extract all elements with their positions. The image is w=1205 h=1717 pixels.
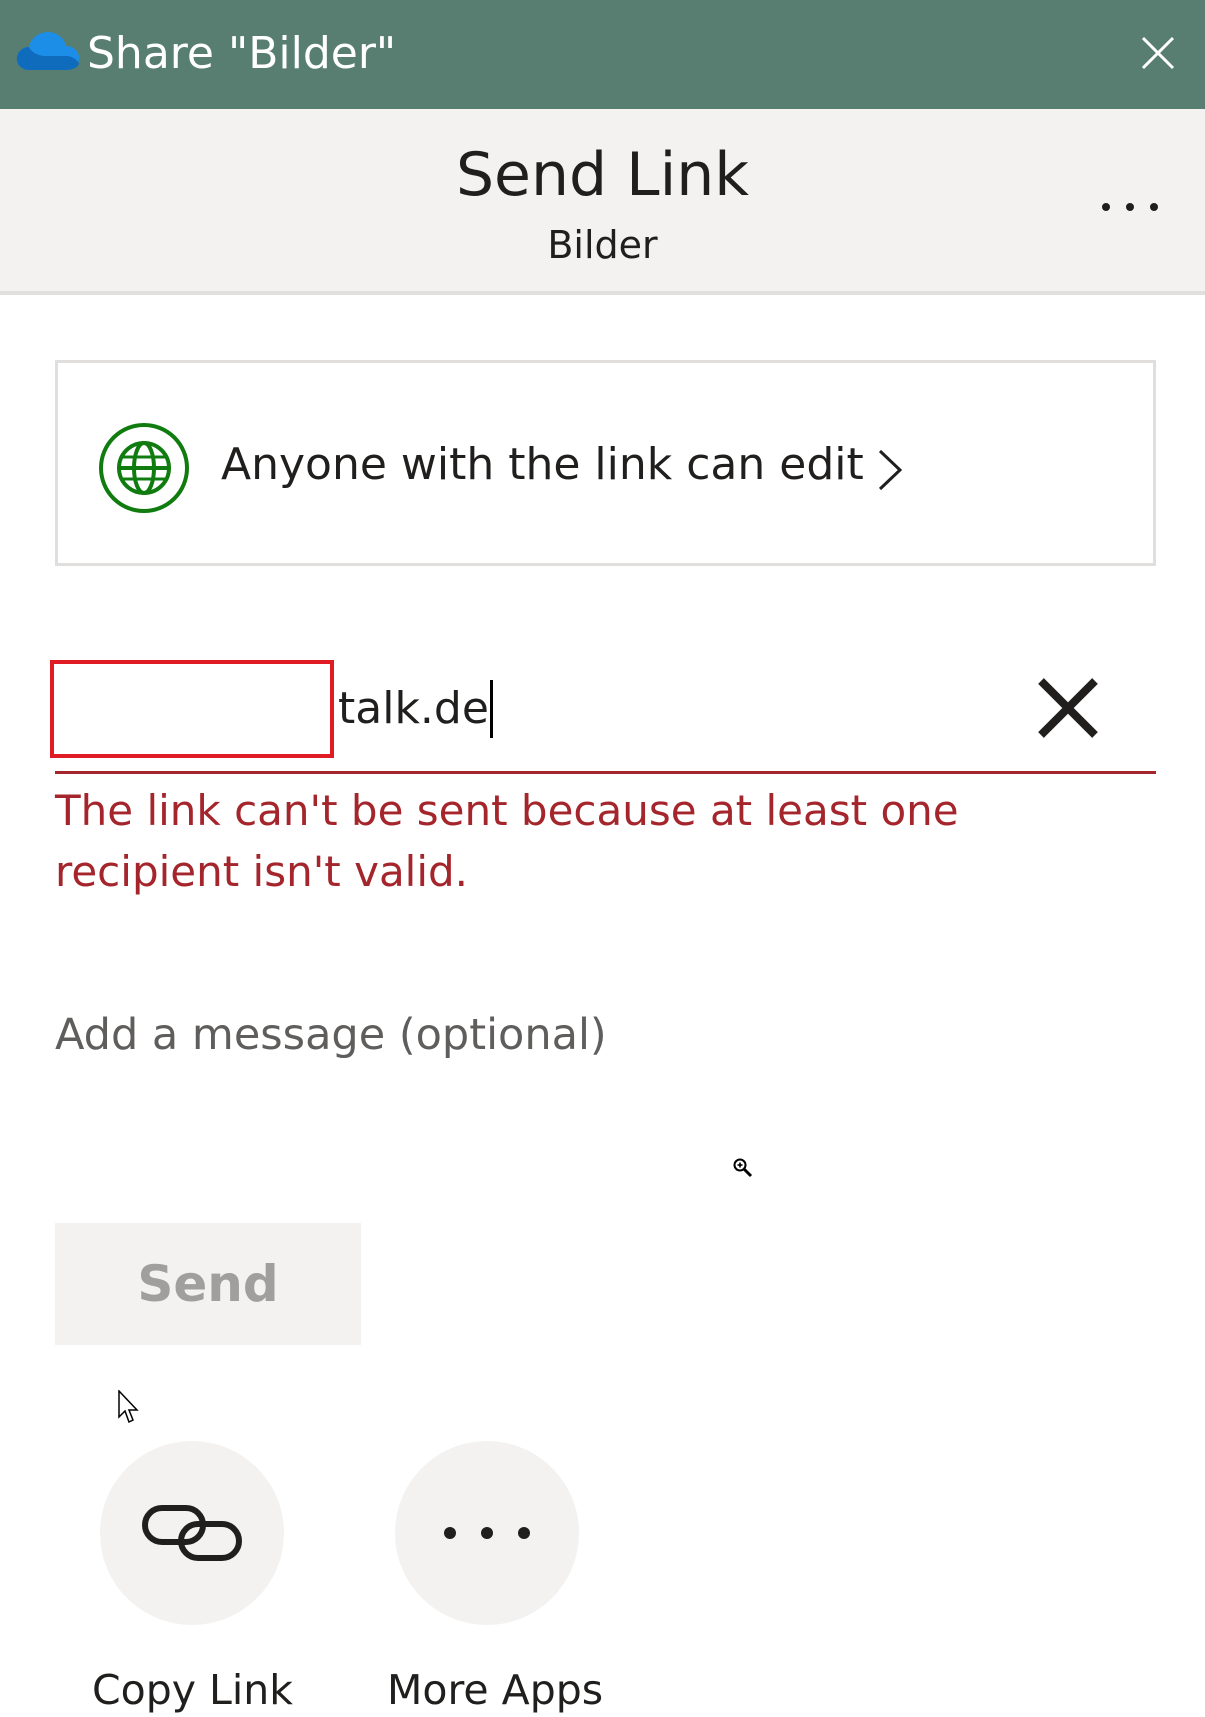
onedrive-cloud-icon — [16, 32, 80, 70]
recipient-value: talk.de — [338, 683, 489, 734]
window-title: Share "Bilder" — [87, 28, 397, 79]
error-message: The link can't be sent because at least … — [55, 786, 959, 896]
copy-link-app[interactable]: Copy Link — [92, 1441, 293, 1717]
title-bar: Share "Bilder" — [0, 0, 1205, 109]
redaction-box — [50, 660, 334, 758]
clear-icon[interactable] — [1037, 677, 1099, 739]
mouse-pointer-icon — [118, 1390, 139, 1424]
link-permission-label: Anyone with the link can edit — [221, 439, 864, 490]
zoom-cursor-icon — [733, 1158, 753, 1178]
text-caret — [489, 680, 493, 738]
more-apps-icon — [444, 1527, 530, 1539]
item-name: Bilder — [547, 223, 658, 267]
page-title: Send Link — [455, 140, 750, 210]
link-permission-button[interactable]: Anyone with the link can edit — [55, 360, 1156, 566]
globe-icon — [99, 423, 189, 513]
dialog-header: Send Link Bilder — [0, 109, 1205, 295]
send-button[interactable]: Send — [55, 1223, 361, 1345]
more-apps-app[interactable]: More Apps — [387, 1441, 604, 1717]
more-apps-button[interactable] — [395, 1441, 579, 1625]
more-options-icon[interactable] — [1100, 195, 1160, 217]
recipient-value-wrap: talk.de — [338, 680, 493, 738]
chevron-right-icon — [878, 449, 903, 491]
recipient-field[interactable]: talk.de — [50, 650, 1156, 774]
copy-link-button[interactable] — [100, 1441, 284, 1625]
more-apps-label: More Apps — [387, 1666, 604, 1714]
message-input[interactable] — [55, 1003, 1156, 1067]
close-icon[interactable] — [1141, 36, 1175, 70]
copy-link-label: Copy Link — [92, 1666, 293, 1714]
link-icon — [142, 1505, 242, 1561]
